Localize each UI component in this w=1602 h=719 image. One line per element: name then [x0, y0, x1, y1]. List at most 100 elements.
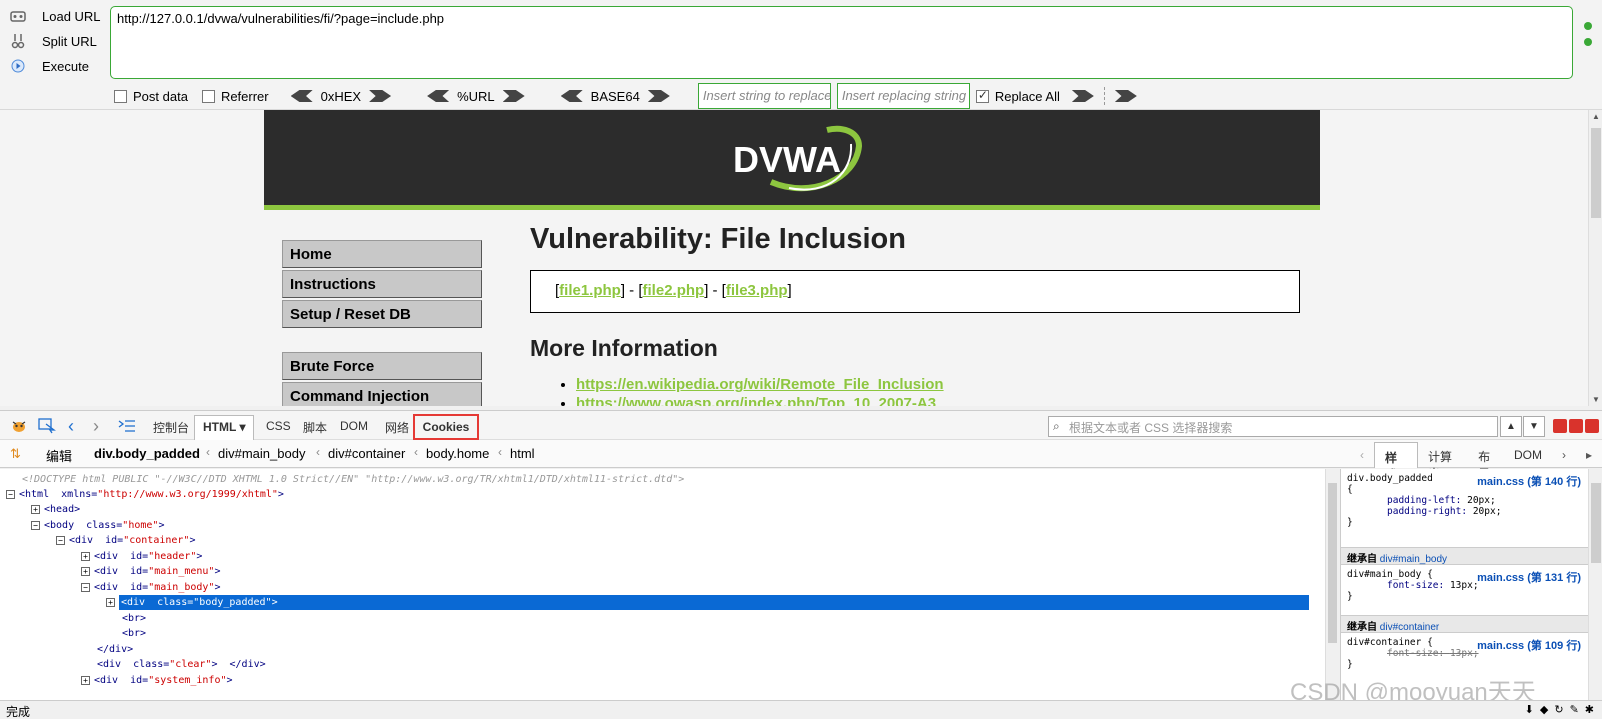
- firebug-icon[interactable]: [10, 417, 28, 435]
- menu-item-instructions[interactable]: Instructions: [282, 270, 482, 298]
- scrollbar-thumb[interactable]: [1591, 128, 1601, 218]
- tree-row-main-body[interactable]: − <div id="main_body">: [81, 580, 220, 595]
- menu-item-command-injection[interactable]: Command Injection: [282, 382, 482, 406]
- side-scroll-left-icon[interactable]: ‹: [1350, 442, 1374, 468]
- addon-icon[interactable]: ◆: [1540, 703, 1548, 716]
- replace-go-icon[interactable]: [1071, 90, 1094, 102]
- refresh-icon[interactable]: ↻: [1554, 703, 1563, 716]
- tab-dom[interactable]: DOM: [340, 419, 368, 433]
- wikipedia-link[interactable]: https://en.wikipedia.org/wiki/Remote_Fil…: [576, 376, 944, 393]
- replace-all-checkbox[interactable]: Replace All: [975, 88, 1060, 104]
- css-property[interactable]: padding-right: 20px;: [1347, 506, 1581, 517]
- replace-string-input[interactable]: Insert string to replace: [697, 83, 831, 109]
- tab-styles[interactable]: 样式 ▾: [1374, 442, 1418, 482]
- download-icon[interactable]: ⬇: [1525, 703, 1534, 716]
- styles-scrollbar[interactable]: [1588, 469, 1602, 700]
- rule-source-link[interactable]: main.css (第 140 行): [1477, 473, 1581, 489]
- tree-row-br[interactable]: <br>: [122, 611, 146, 626]
- execute-button[interactable]: Execute: [8, 55, 89, 77]
- menu-item-home[interactable]: Home: [282, 240, 482, 268]
- url-decode-icon[interactable]: [427, 90, 450, 102]
- menu-item-brute-force[interactable]: Brute Force: [282, 352, 482, 380]
- tab-html[interactable]: HTML ▾: [194, 415, 255, 441]
- collapse-icon[interactable]: −: [81, 582, 90, 592]
- tree-row-body-padded[interactable]: + <div class="body_padded">: [106, 595, 1322, 610]
- tab-css[interactable]: CSS: [266, 419, 291, 433]
- file3-link[interactable]: file3.php: [726, 282, 788, 299]
- breadcrumb-item[interactable]: html: [510, 446, 535, 461]
- replacing-string-input[interactable]: Insert replacing string: [836, 83, 970, 109]
- tab-layout[interactable]: 布局: [1468, 442, 1504, 481]
- base64-decode-icon[interactable]: [560, 90, 583, 102]
- side-scroll-right-icon[interactable]: ›: [1552, 442, 1576, 468]
- breadcrumb-item[interactable]: div#container: [328, 446, 405, 461]
- tree-row-html[interactable]: − <html xmlns="http://www.w3.org/1999/xht…: [6, 487, 284, 502]
- tree-row-br[interactable]: <br>: [122, 626, 146, 641]
- tree-row-system-info[interactable]: + <div id="system_info">: [81, 673, 233, 688]
- tab-computed[interactable]: 计算出...: [1418, 442, 1468, 481]
- tree-row-container[interactable]: − <div id="container">: [56, 533, 195, 548]
- expand-icon[interactable]: +: [81, 566, 90, 576]
- collapse-icon[interactable]: −: [6, 489, 15, 499]
- breadcrumb-item[interactable]: div#main_body: [218, 446, 305, 461]
- tree-row-head[interactable]: + <head>: [31, 502, 80, 517]
- expand-icon[interactable]: +: [31, 504, 40, 514]
- inspect-icon[interactable]: [38, 417, 56, 435]
- expand-icon[interactable]: +: [81, 675, 90, 685]
- expand-icon[interactable]: +: [106, 597, 115, 607]
- minimize-icon[interactable]: [1553, 419, 1567, 433]
- referrer-box[interactable]: [201, 89, 215, 103]
- scrollbar-thumb[interactable]: [1328, 483, 1337, 643]
- search-prev-button[interactable]: ▲: [1500, 416, 1522, 437]
- load-url-button[interactable]: Load URL: [8, 5, 101, 27]
- firebug-status-icon[interactable]: ✱: [1585, 703, 1594, 716]
- url-encode-icon[interactable]: [502, 90, 525, 102]
- collapse-icon[interactable]: −: [31, 520, 40, 530]
- tab-net[interactable]: 网络: [385, 419, 409, 436]
- expand-icon[interactable]: [1584, 22, 1592, 30]
- tree-row-main-menu[interactable]: + <div id="main_menu">: [81, 564, 220, 579]
- replace-next-icon[interactable]: [1114, 90, 1137, 102]
- rule-source-link[interactable]: main.css (第 131 行): [1477, 569, 1581, 585]
- menu-item-setup[interactable]: Setup / Reset DB: [282, 300, 482, 328]
- tab-cookies[interactable]: Cookies: [413, 414, 479, 440]
- file1-link[interactable]: file1.php: [559, 282, 621, 299]
- hex-decode-icon[interactable]: [290, 90, 313, 102]
- page-scrollbar[interactable]: ▲ ▼: [1588, 110, 1602, 406]
- base64-encode-icon[interactable]: [647, 90, 670, 102]
- file2-link[interactable]: file2.php: [643, 282, 705, 299]
- tree-row-clear[interactable]: <div class="clear"> </div>: [97, 657, 266, 672]
- referrer-checkbox[interactable]: Referrer: [201, 89, 269, 104]
- tree-row-body[interactable]: − <body class="home">: [31, 518, 164, 533]
- search-next-button[interactable]: ▼: [1523, 416, 1545, 437]
- replace-all-box[interactable]: [975, 88, 989, 103]
- close-icon[interactable]: [1585, 419, 1599, 433]
- inherited-element[interactable]: div#main_body: [1380, 554, 1447, 565]
- post-data-checkbox[interactable]: Post data: [114, 89, 188, 104]
- detach-icon[interactable]: [1569, 419, 1583, 433]
- tree-scrollbar[interactable]: [1325, 469, 1338, 700]
- selected-node[interactable]: <div class="body_padded">: [119, 595, 1309, 610]
- edit-button[interactable]: 编辑: [46, 446, 72, 465]
- firebug-search-input[interactable]: ⌕ 根据文本或者 CSS 选择器搜索: [1048, 416, 1498, 437]
- add-icon[interactable]: [1584, 38, 1592, 46]
- split-url-button[interactable]: Split URL: [8, 30, 97, 52]
- collapse-icon[interactable]: −: [56, 535, 65, 545]
- expand-icon[interactable]: +: [81, 551, 90, 561]
- outline-icon[interactable]: [118, 417, 136, 435]
- forward-icon[interactable]: ›: [93, 416, 99, 436]
- side-menu-icon[interactable]: ▸: [1576, 442, 1602, 468]
- scroll-down-icon[interactable]: ▼: [1592, 395, 1600, 404]
- back-icon[interactable]: ‹: [68, 416, 74, 436]
- pinyin-icon[interactable]: ✎: [1570, 703, 1579, 716]
- css-property[interactable]: padding-left: 20px;: [1347, 495, 1581, 506]
- tab-side-dom[interactable]: DOM: [1504, 442, 1552, 468]
- tab-script[interactable]: 脚本: [303, 419, 327, 436]
- scrollbar-thumb[interactable]: [1591, 483, 1601, 563]
- post-data-box[interactable]: [114, 89, 127, 103]
- edit-icon[interactable]: ⇅: [10, 446, 21, 462]
- scroll-up-icon[interactable]: ▲: [1592, 112, 1600, 121]
- breadcrumb-item[interactable]: body.home: [426, 446, 489, 461]
- rule-source-link[interactable]: main.css (第 109 行): [1477, 637, 1581, 653]
- tab-console[interactable]: 控制台: [153, 419, 189, 436]
